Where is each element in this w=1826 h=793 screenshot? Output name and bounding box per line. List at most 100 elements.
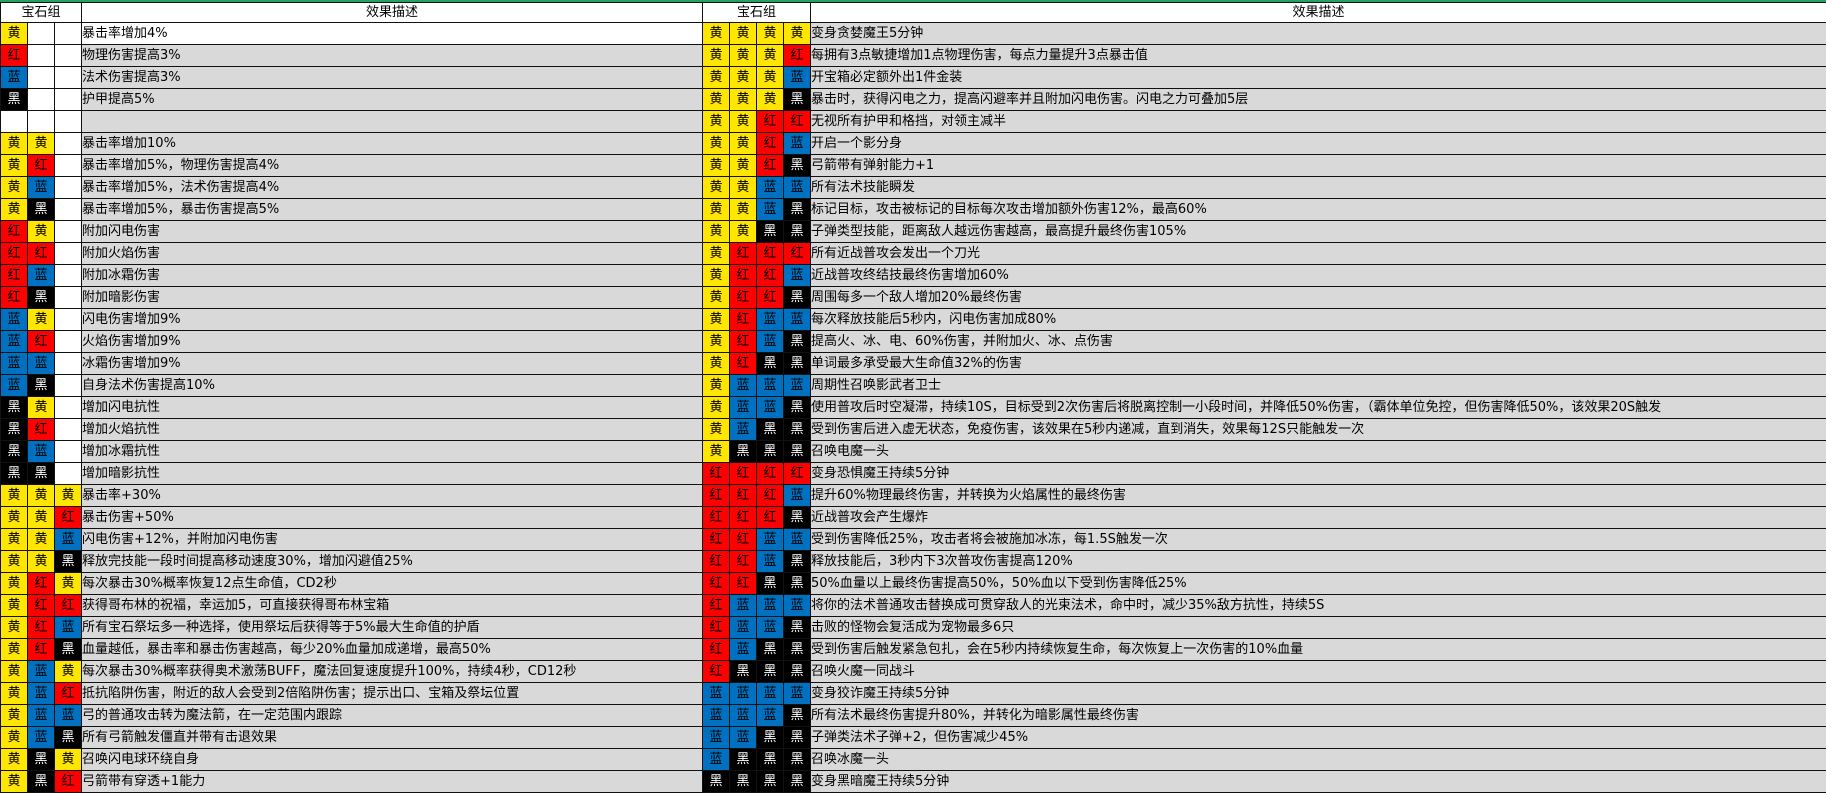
- gem-cell[interactable]: 黑: [729, 660, 757, 683]
- effect-cell[interactable]: 弓箭带有弹射能力+1: [810, 154, 1826, 177]
- gem-cell[interactable]: 蓝: [782, 594, 812, 617]
- gem-cell[interactable]: [53, 154, 83, 177]
- gem-cell[interactable]: 红: [702, 462, 730, 485]
- gem-cell[interactable]: 黄: [53, 660, 83, 683]
- gem-cell[interactable]: 红: [782, 110, 812, 133]
- gem-cell[interactable]: 黑: [782, 418, 812, 441]
- effect-cell[interactable]: 增加闪电抗性: [81, 396, 704, 419]
- gem-cell[interactable]: 黄: [0, 550, 28, 573]
- gem-cell[interactable]: 蓝: [27, 726, 55, 749]
- gem-cell[interactable]: 蓝: [27, 264, 55, 287]
- gem-cell[interactable]: 黄: [53, 484, 83, 507]
- gem-cell[interactable]: 蓝: [702, 726, 730, 749]
- gem-cell[interactable]: 红: [0, 220, 28, 243]
- effect-cell[interactable]: 召唤冰魔一头: [810, 748, 1826, 771]
- gem-cell[interactable]: 红: [729, 352, 757, 375]
- gem-cell[interactable]: 蓝: [756, 616, 784, 639]
- gem-cell[interactable]: 红: [756, 110, 784, 133]
- effect-cell[interactable]: 周期性召唤影武者卫士: [810, 374, 1826, 397]
- gem-cell[interactable]: [53, 198, 83, 221]
- gem-cell[interactable]: 红: [0, 264, 28, 287]
- gem-cell[interactable]: 蓝: [782, 132, 812, 155]
- effect-cell[interactable]: 子弹类法术子弹+2，但伤害减少45%: [810, 726, 1826, 749]
- gem-cell[interactable]: 黄: [0, 704, 28, 727]
- effect-cell[interactable]: 暴击率增加10%: [81, 132, 704, 155]
- gem-cell[interactable]: 蓝: [756, 704, 784, 727]
- gem-cell[interactable]: 蓝: [756, 198, 784, 221]
- gem-cell[interactable]: 黑: [702, 770, 730, 793]
- effect-cell[interactable]: 闪电伤害增加9%: [81, 308, 704, 331]
- gem-cell[interactable]: 黄: [53, 572, 83, 595]
- gem-cell[interactable]: 红: [756, 132, 784, 155]
- gem-cell[interactable]: 黑: [782, 198, 812, 221]
- effect-cell[interactable]: 无视所有护甲和格挡，对领主减半: [810, 110, 1826, 133]
- effect-cell[interactable]: 召唤电魔一头: [810, 440, 1826, 463]
- gem-cell[interactable]: 黑: [782, 616, 812, 639]
- gem-cell[interactable]: 蓝: [782, 308, 812, 331]
- gem-cell[interactable]: 黄: [702, 396, 730, 419]
- gem-cell[interactable]: [53, 308, 83, 331]
- gem-cell[interactable]: [27, 110, 55, 133]
- gem-cell[interactable]: 红: [0, 44, 28, 67]
- gem-cell[interactable]: 黄: [729, 110, 757, 133]
- effect-cell[interactable]: 冰霜伤害增加9%: [81, 352, 704, 375]
- gem-cell[interactable]: 黄: [729, 22, 757, 45]
- gem-cell[interactable]: 蓝: [27, 176, 55, 199]
- gem-cell[interactable]: 蓝: [53, 616, 83, 639]
- gem-cell[interactable]: 红: [27, 616, 55, 639]
- gem-cell[interactable]: 黄: [729, 198, 757, 221]
- gem-cell[interactable]: 蓝: [756, 396, 784, 419]
- gem-cell[interactable]: 红: [27, 418, 55, 441]
- gem-cell[interactable]: 蓝: [729, 726, 757, 749]
- gem-cell[interactable]: 黑: [782, 704, 812, 727]
- effect-cell[interactable]: 所有宝石祭坛多一种选择，使用祭坛后获得等于5%最大生命值的护盾: [81, 616, 704, 639]
- gem-cell[interactable]: [53, 44, 83, 67]
- gem-cell[interactable]: 黄: [756, 66, 784, 89]
- gem-cell[interactable]: 蓝: [756, 308, 784, 331]
- effect-cell[interactable]: 暴击时，获得闪电之力，提高闪避率并且附加闪电伤害。闪电之力可叠加5层: [810, 88, 1826, 111]
- gem-cell[interactable]: 蓝: [729, 638, 757, 661]
- gem-cell[interactable]: 黄: [702, 154, 730, 177]
- gem-cell[interactable]: 黑: [0, 396, 28, 419]
- gem-cell[interactable]: [53, 110, 83, 133]
- gem-cell[interactable]: 蓝: [702, 704, 730, 727]
- effect-cell[interactable]: 附加闪电伤害: [81, 220, 704, 243]
- gem-cell[interactable]: 蓝: [756, 550, 784, 573]
- gem-cell[interactable]: 黑: [756, 726, 784, 749]
- effect-cell[interactable]: 所有弓箭触发僵直并带有击退效果: [81, 726, 704, 749]
- gem-cell[interactable]: 黄: [782, 22, 812, 45]
- gem-cell[interactable]: [53, 176, 83, 199]
- effect-cell[interactable]: 召唤闪电球环绕自身: [81, 748, 704, 771]
- gem-cell[interactable]: 黑: [53, 638, 83, 661]
- gem-cell[interactable]: 黑: [27, 462, 55, 485]
- gem-cell[interactable]: 黄: [729, 66, 757, 89]
- gem-cell[interactable]: 黄: [729, 44, 757, 67]
- gem-cell[interactable]: [27, 44, 55, 67]
- effect-cell[interactable]: 血量越低，暴击率和暴击伤害越高，每少20%血量加成递增，最高50%: [81, 638, 704, 661]
- gem-cell[interactable]: 黄: [0, 770, 28, 793]
- gem-cell[interactable]: 红: [782, 242, 812, 265]
- gem-cell[interactable]: 黑: [27, 198, 55, 221]
- gem-cell[interactable]: 蓝: [729, 616, 757, 639]
- gem-cell[interactable]: 蓝: [0, 352, 28, 375]
- gem-cell[interactable]: 黑: [756, 418, 784, 441]
- gem-cell[interactable]: 黄: [702, 220, 730, 243]
- effect-cell[interactable]: 暴击率增加5%，法术伤害提高4%: [81, 176, 704, 199]
- gem-cell[interactable]: 蓝: [27, 704, 55, 727]
- gem-cell[interactable]: 黑: [756, 220, 784, 243]
- gem-cell[interactable]: 蓝: [729, 704, 757, 727]
- gem-cell[interactable]: 黄: [702, 440, 730, 463]
- effect-cell[interactable]: 弓箭带有穿透+1能力: [81, 770, 704, 793]
- gem-cell[interactable]: 蓝: [729, 682, 757, 705]
- gem-cell[interactable]: 黄: [27, 550, 55, 573]
- effect-cell[interactable]: 子弹类型技能，距离敌人越远伤害越高，最高提升最终伤害105%: [810, 220, 1826, 243]
- gem-cell[interactable]: 黑: [782, 330, 812, 353]
- gem-cell[interactable]: 蓝: [782, 264, 812, 287]
- gem-cell[interactable]: 黄: [702, 352, 730, 375]
- gem-cell[interactable]: 黄: [756, 88, 784, 111]
- effect-cell[interactable]: 召唤火魔一同战斗: [810, 660, 1826, 683]
- effect-cell[interactable]: 释放技能后，3秒内下3次普攻伤害提高120%: [810, 550, 1826, 573]
- gem-cell[interactable]: 红: [702, 506, 730, 529]
- gem-cell[interactable]: 黄: [0, 638, 28, 661]
- effect-cell[interactable]: 暴击率增加4%: [81, 22, 704, 45]
